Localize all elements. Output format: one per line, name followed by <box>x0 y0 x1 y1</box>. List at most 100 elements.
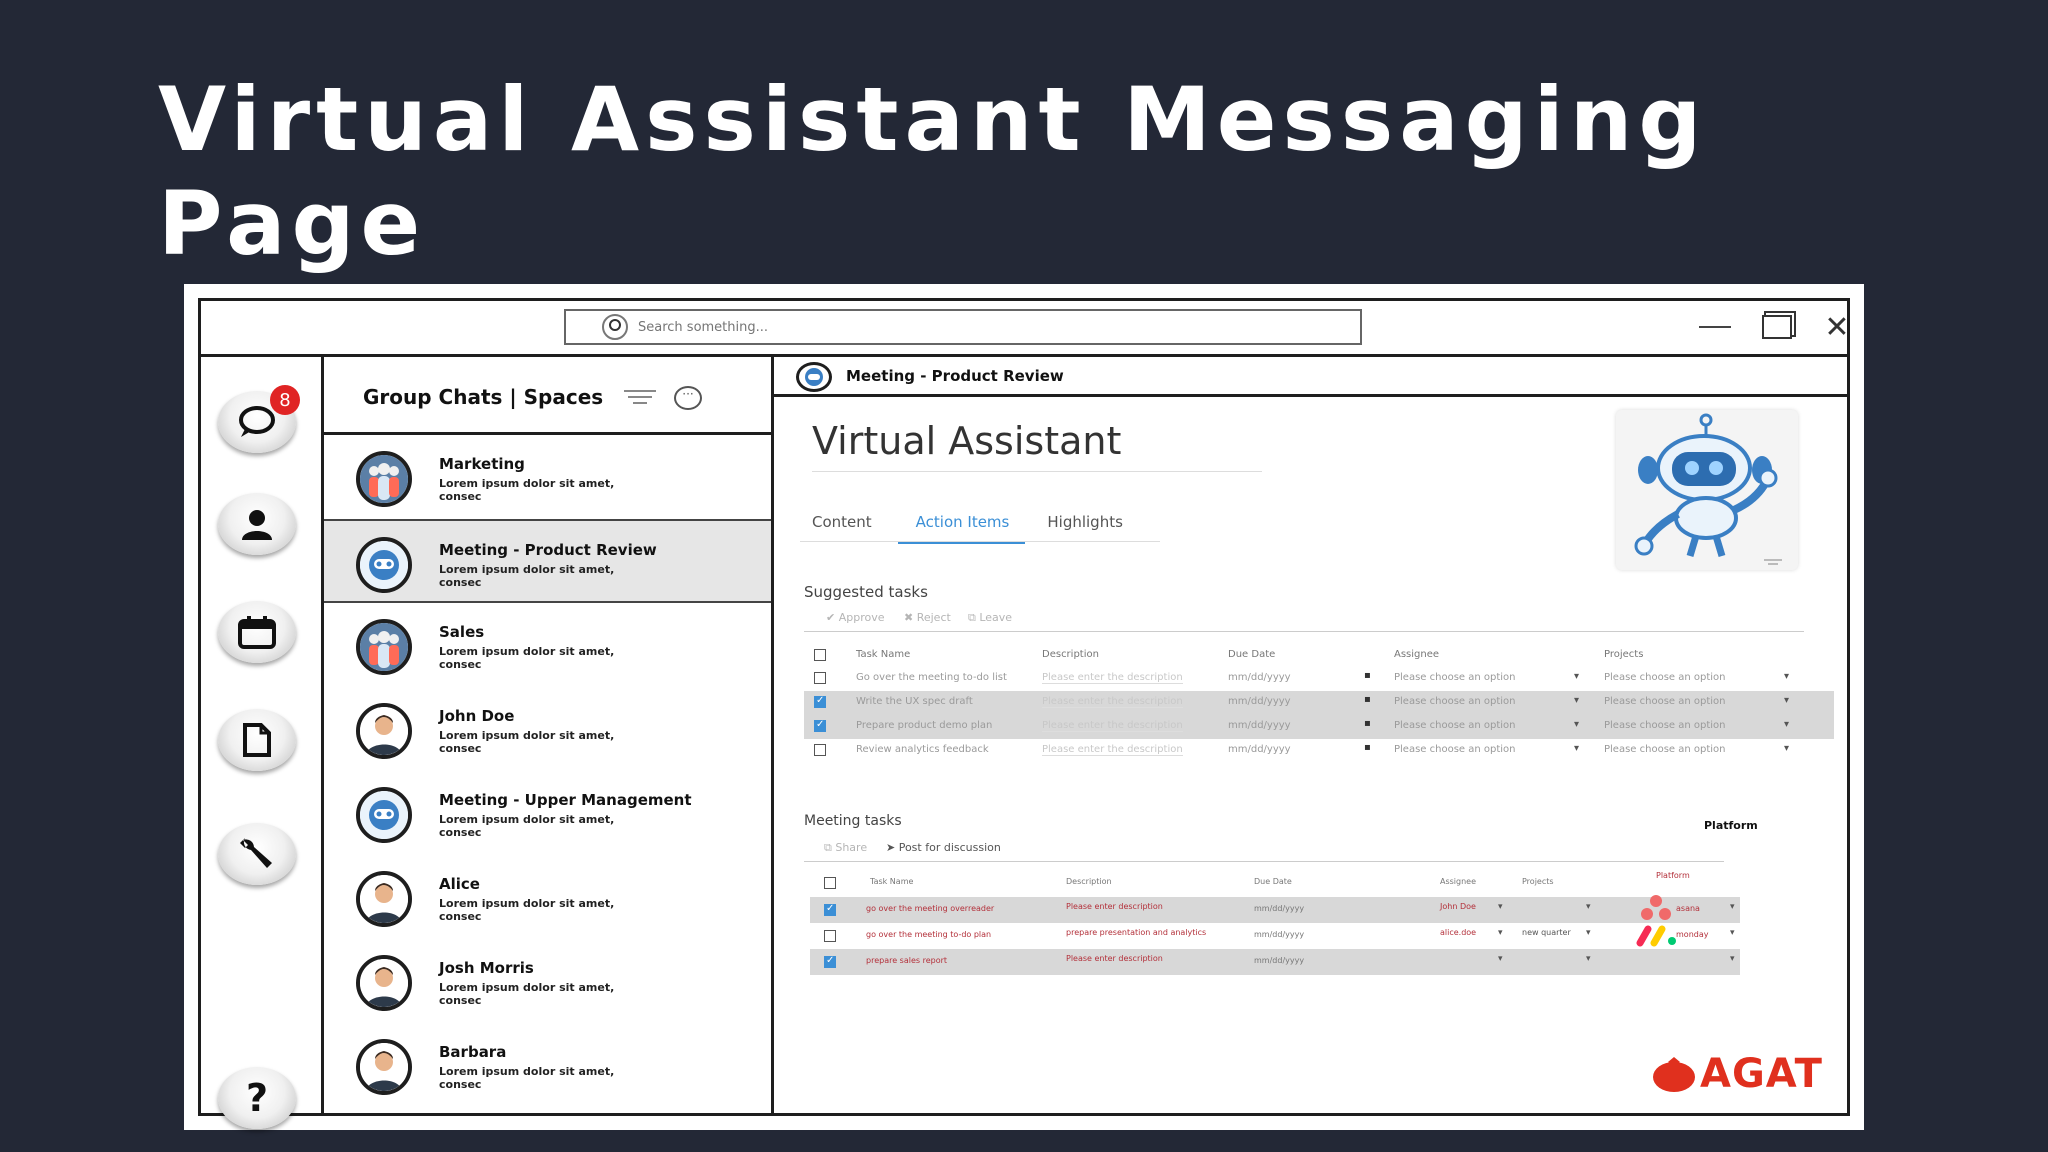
assignee-select[interactable]: Please choose an option <box>1394 720 1516 731</box>
description-input[interactable]: Please enter the description <box>1042 672 1183 684</box>
messages-button[interactable]: 8 <box>218 385 300 453</box>
description-input[interactable]: Please enter description <box>1066 902 1163 911</box>
avatar <box>356 703 412 759</box>
chat-item[interactable]: Sales Lorem ipsum dolor sit amet, consec <box>324 603 771 687</box>
due-date-input[interactable]: mm/dd/yyyy <box>1254 904 1304 913</box>
assignee-select[interactable]: alice.doe <box>1440 928 1476 937</box>
contacts-button[interactable] <box>218 493 296 555</box>
chat-item[interactable]: Josh Morris Lorem ipsum dolor sit amet, c… <box>324 939 771 1023</box>
due-date-input[interactable]: mm/dd/yyyy <box>1228 696 1291 707</box>
table-row[interactable]: Write the UX spec draft Please enter the … <box>804 691 1834 715</box>
description-input[interactable]: Please enter the description <box>1042 720 1183 732</box>
project-select[interactable]: Please choose an option <box>1604 720 1726 731</box>
chevron-down-icon[interactable]: ▾ <box>1574 695 1579 706</box>
row-checkbox[interactable] <box>814 744 826 756</box>
search-box[interactable] <box>564 309 1362 345</box>
calendar-icon[interactable]: ▪ <box>1364 742 1371 753</box>
chat-item[interactable]: Barbara Lorem ipsum dolor sit amet, conse… <box>324 1023 771 1107</box>
chevron-down-icon[interactable]: ▾ <box>1784 695 1789 706</box>
description-input[interactable]: Please enter the description <box>1042 696 1183 708</box>
table-row[interactable]: Review analytics feedback Please enter th… <box>804 739 1834 761</box>
assignee-select[interactable]: Please choose an option <box>1394 744 1516 755</box>
chat-item[interactable]: Marketing Lorem ipsum dolor sit amet, con… <box>324 435 771 519</box>
tab-content[interactable]: Content <box>812 505 890 544</box>
assignee-select[interactable]: John Doe <box>1440 902 1476 911</box>
post-discussion-button[interactable]: ➤ Post for discussion <box>886 841 1001 854</box>
calendar-icon[interactable]: ▪ <box>1364 670 1371 681</box>
conversation-panel: Meeting - Product Review Virtual Assista… <box>774 357 1847 1113</box>
select-all-checkbox[interactable] <box>814 649 826 661</box>
chevron-down-icon[interactable]: ▾ <box>1784 743 1789 754</box>
chevron-down-icon[interactable]: ▾ <box>1730 928 1735 938</box>
due-date-input[interactable]: mm/dd/yyyy <box>1254 930 1304 939</box>
chevron-down-icon[interactable]: ▾ <box>1586 928 1591 938</box>
chevron-down-icon[interactable]: ▾ <box>1730 902 1735 912</box>
files-button[interactable] <box>218 709 296 771</box>
chat-item[interactable]: Meeting - Upper Management Lorem ipsum do… <box>324 771 771 855</box>
chevron-down-icon[interactable]: ▾ <box>1730 954 1735 964</box>
chevron-down-icon[interactable]: ▾ <box>1574 743 1579 754</box>
leave-button[interactable]: ⧉ Leave <box>968 611 1012 625</box>
platform-select[interactable]: asana <box>1676 904 1700 913</box>
chevron-down-icon[interactable]: ▾ <box>1498 928 1503 938</box>
due-date-input[interactable]: mm/dd/yyyy <box>1228 720 1291 731</box>
chevron-down-icon[interactable]: ▾ <box>1498 954 1503 964</box>
share-button[interactable]: ⧉ Share <box>824 841 867 855</box>
row-checkbox[interactable] <box>824 903 836 916</box>
project-select[interactable]: Please choose an option <box>1604 744 1726 755</box>
platform-select[interactable]: monday <box>1676 930 1708 939</box>
chevron-down-icon[interactable]: ▾ <box>1586 902 1591 912</box>
calendar-icon[interactable]: ▪ <box>1364 718 1371 729</box>
due-date-input[interactable]: mm/dd/yyyy <box>1254 956 1304 965</box>
description-input[interactable]: Please enter the description <box>1042 744 1183 756</box>
assignee-select[interactable]: Please choose an option <box>1394 696 1516 707</box>
calendar-icon[interactable]: ▪ <box>1364 694 1371 705</box>
row-checkbox[interactable] <box>814 719 826 732</box>
chat-preview: Lorem ipsum dolor sit amet, consec <box>439 477 615 503</box>
project-select[interactable]: new quarter <box>1522 928 1571 937</box>
row-checkbox[interactable] <box>824 930 836 942</box>
calendar-button[interactable] <box>218 601 296 663</box>
table-row[interactable]: prepare sales report Please enter descrip… <box>810 949 1740 975</box>
chevron-down-icon[interactable]: ▾ <box>1586 954 1591 964</box>
new-chat-icon[interactable]: ··· <box>674 386 702 410</box>
approve-button[interactable]: ✔ Approve <box>826 611 885 624</box>
project-select[interactable]: Please choose an option <box>1604 672 1726 683</box>
table-row[interactable]: Prepare product demo plan Please enter th… <box>804 715 1834 739</box>
col-task-name: Task Name <box>856 649 911 660</box>
chat-item[interactable]: Alice Lorem ipsum dolor sit amet, consec <box>324 855 771 939</box>
table-row[interactable]: go over the meeting to-do plan prepare pr… <box>810 923 1740 949</box>
row-checkbox[interactable] <box>814 695 826 708</box>
settings-button[interactable] <box>218 823 296 885</box>
minimize-icon[interactable] <box>1695 307 1735 347</box>
filter-icon[interactable] <box>624 390 656 408</box>
assistant-title: Virtual Assistant <box>812 419 1122 463</box>
maximize-icon[interactable] <box>1757 307 1797 347</box>
close-icon[interactable]: ✕ <box>1817 307 1857 347</box>
description-input[interactable]: prepare presentation and analytics <box>1066 928 1206 937</box>
row-checkbox[interactable] <box>814 672 826 684</box>
chevron-down-icon[interactable]: ▾ <box>1574 719 1579 730</box>
select-all-checkbox[interactable] <box>824 877 836 889</box>
due-date-input[interactable]: mm/dd/yyyy <box>1228 744 1291 755</box>
chat-item[interactable]: Meeting - Product Review Lorem ipsum dolo… <box>324 519 771 603</box>
table-row[interactable]: go over the meeting overreader Please ent… <box>810 895 1740 923</box>
tab-action-items[interactable]: Action Items <box>897 505 1026 544</box>
chat-item[interactable]: John Doe Lorem ipsum dolor sit amet, cons… <box>324 687 771 771</box>
project-select[interactable]: Please choose an option <box>1604 696 1726 707</box>
chat-preview: Lorem ipsum dolor sit amet, consec <box>439 563 615 589</box>
due-date-input[interactable]: mm/dd/yyyy <box>1228 672 1291 683</box>
help-button[interactable]: ? <box>218 1067 296 1129</box>
tab-highlights[interactable]: Highlights <box>1047 505 1141 544</box>
table-row[interactable]: Go over the meeting to-do list Please ent… <box>804 667 1834 689</box>
chevron-down-icon[interactable]: ▾ <box>1784 719 1789 730</box>
chevron-down-icon[interactable]: ▾ <box>1574 671 1579 682</box>
chevron-down-icon[interactable]: ▾ <box>1784 671 1789 682</box>
description-input[interactable]: Please enter description <box>1066 954 1163 963</box>
search-input[interactable] <box>636 318 1240 336</box>
chevron-down-icon[interactable]: ▾ <box>1498 902 1503 912</box>
chat-list-title: Group Chats | Spaces <box>363 385 604 409</box>
reject-button[interactable]: ✖ Reject <box>904 611 951 624</box>
row-checkbox[interactable] <box>824 955 836 968</box>
assignee-select[interactable]: Please choose an option <box>1394 672 1516 683</box>
